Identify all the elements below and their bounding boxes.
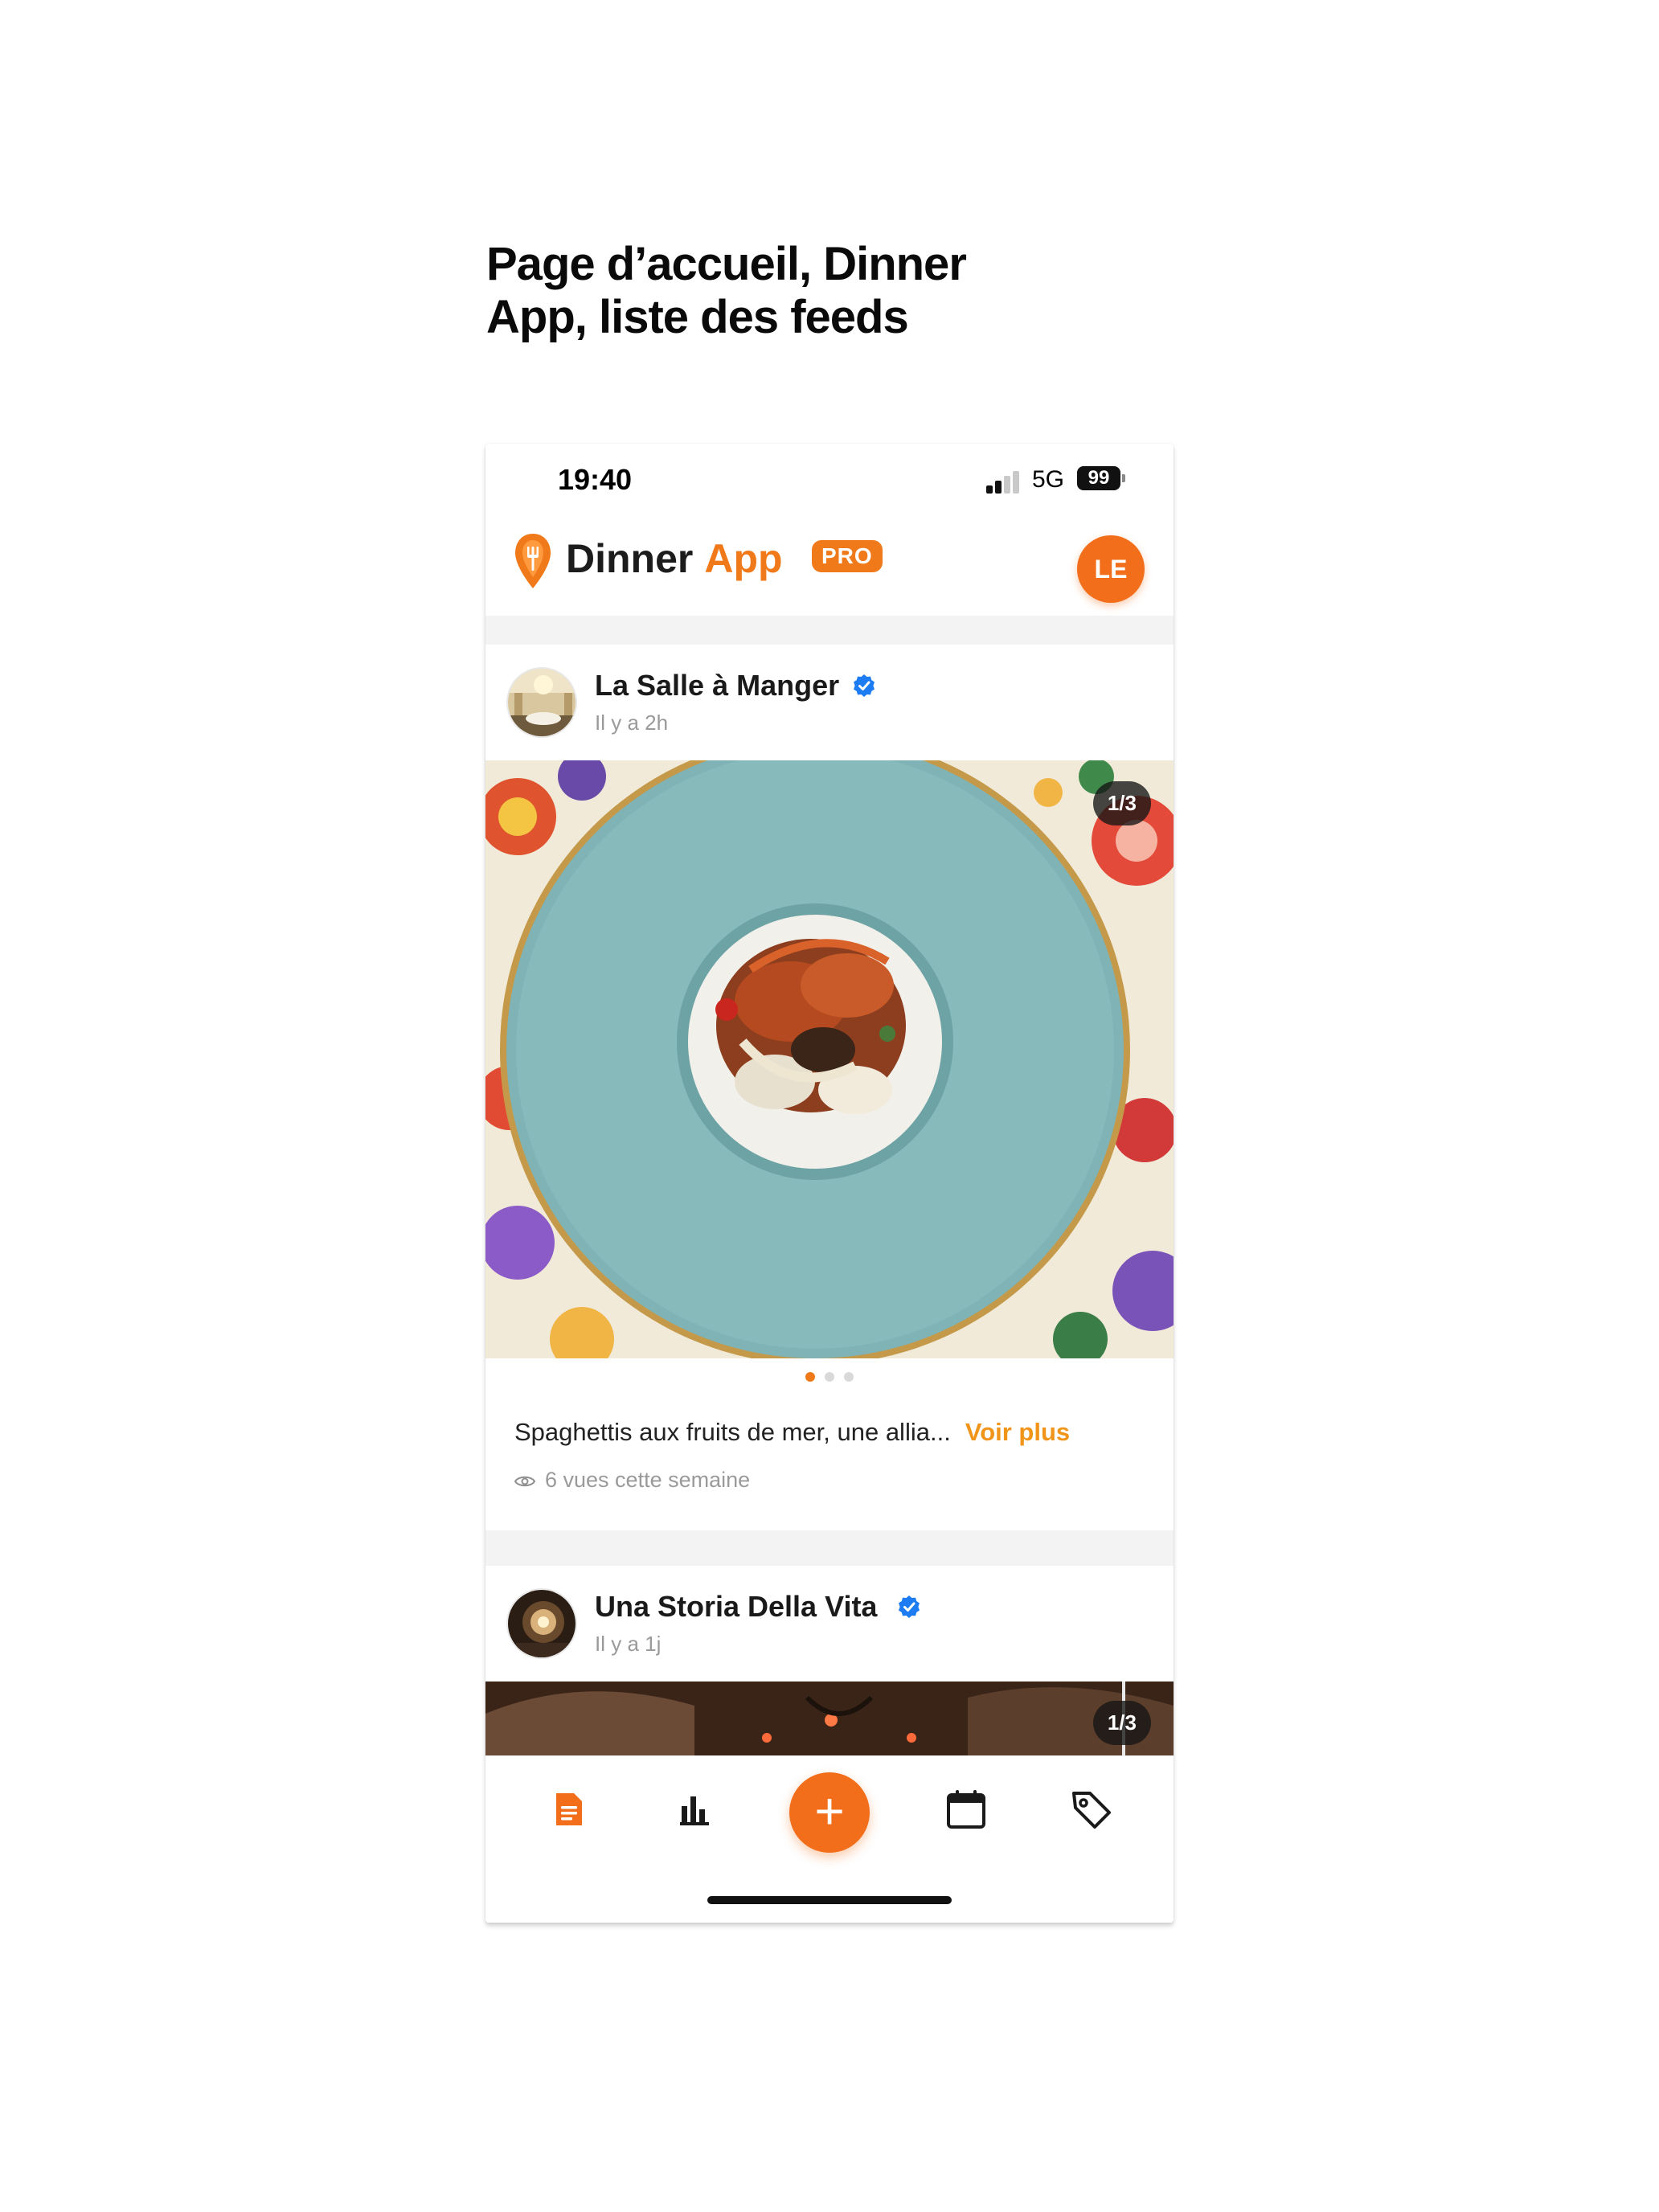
post-views: 6 vues cette semaine (514, 1468, 750, 1493)
restaurant-photo (485, 1682, 1174, 1755)
brand-word-app: App (704, 536, 783, 581)
phone-screen: 19:40 5G 99 Dinner App PRO LE La Salle à… (485, 444, 1174, 1923)
battery-level: 99 (1088, 467, 1110, 489)
post-header[interactable]: Una Storia Della Vita Il y a 1j (485, 1566, 1174, 1682)
post-header[interactable]: La Salle à Manger Il y a 2h (485, 645, 1174, 760)
document-icon[interactable] (545, 1785, 593, 1833)
post-author-name[interactable]: La Salle à Manger (595, 669, 839, 703)
feed-separator (485, 1530, 1174, 1566)
signal-icon (986, 471, 1022, 494)
home-indicator (707, 1896, 952, 1904)
feed-post: Una Storia Della Vita Il y a 1j 1/3 (485, 1566, 1174, 1755)
eye-icon (514, 1476, 535, 1487)
page: Page d’accueil, Dinner App, liste des fe… (0, 0, 1659, 2212)
post-author-name[interactable]: Una Storia Della Vita (595, 1590, 877, 1624)
post-views-text: 6 vues cette semaine (545, 1468, 751, 1492)
carousel-dot[interactable] (844, 1372, 854, 1382)
post-image-carousel[interactable]: 1/3 (485, 1682, 1174, 1755)
status-bar: 19:40 5G 99 (485, 444, 1174, 516)
bar-chart-icon[interactable] (670, 1785, 719, 1833)
slide-counter: 1/3 (1092, 781, 1151, 825)
add-post-button[interactable]: + (789, 1772, 870, 1853)
verified-check-icon (854, 674, 875, 697)
see-more-link[interactable]: Voir plus (965, 1418, 1070, 1446)
post-caption-text: Spaghettis aux fruits de mer, une allia.… (514, 1418, 951, 1446)
logo-pin-icon (515, 534, 551, 588)
user-avatar-button[interactable]: LE (1077, 535, 1145, 603)
brand-logo-text: Dinner App (566, 535, 783, 582)
post-image-carousel[interactable]: 1/3 (485, 760, 1174, 1358)
pro-badge: PRO (812, 540, 883, 572)
post-time: Il y a 2h (595, 711, 669, 735)
feed-post: La Salle à Manger Il y a 2h 1/3 Spaghett… (485, 645, 1174, 1546)
post-time: Il y a 1j (595, 1632, 662, 1656)
calendar-icon[interactable] (942, 1785, 990, 1833)
status-time: 19:40 (558, 463, 633, 496)
page-title: Page d’accueil, Dinner App, liste des fe… (486, 238, 1097, 344)
restaurant-avatar[interactable] (506, 1588, 577, 1659)
dish-photo (485, 760, 1174, 1358)
verified-check-icon (899, 1596, 920, 1618)
bottom-navigation: + (485, 1755, 1174, 1923)
brand-word-dinner: Dinner (566, 536, 694, 581)
carousel-dot-active[interactable] (805, 1372, 815, 1382)
post-caption: Spaghettis aux fruits de mer, une allia.… (514, 1418, 1157, 1447)
feed-separator (485, 616, 1174, 645)
restaurant-avatar[interactable] (506, 667, 577, 738)
battery-tip (1122, 474, 1125, 482)
tag-icon[interactable] (1067, 1785, 1116, 1833)
battery-icon: 99 (1077, 466, 1120, 490)
carousel-dots[interactable] (485, 1371, 1174, 1382)
app-header: Dinner App PRO LE (485, 516, 1174, 604)
network-type: 5G (1032, 466, 1065, 493)
page-title-line-1: Page d’accueil, Dinner (486, 238, 967, 290)
page-title-line-2: App, liste des feeds (486, 291, 909, 343)
slide-counter: 1/3 (1092, 1701, 1151, 1745)
carousel-dot[interactable] (825, 1372, 834, 1382)
